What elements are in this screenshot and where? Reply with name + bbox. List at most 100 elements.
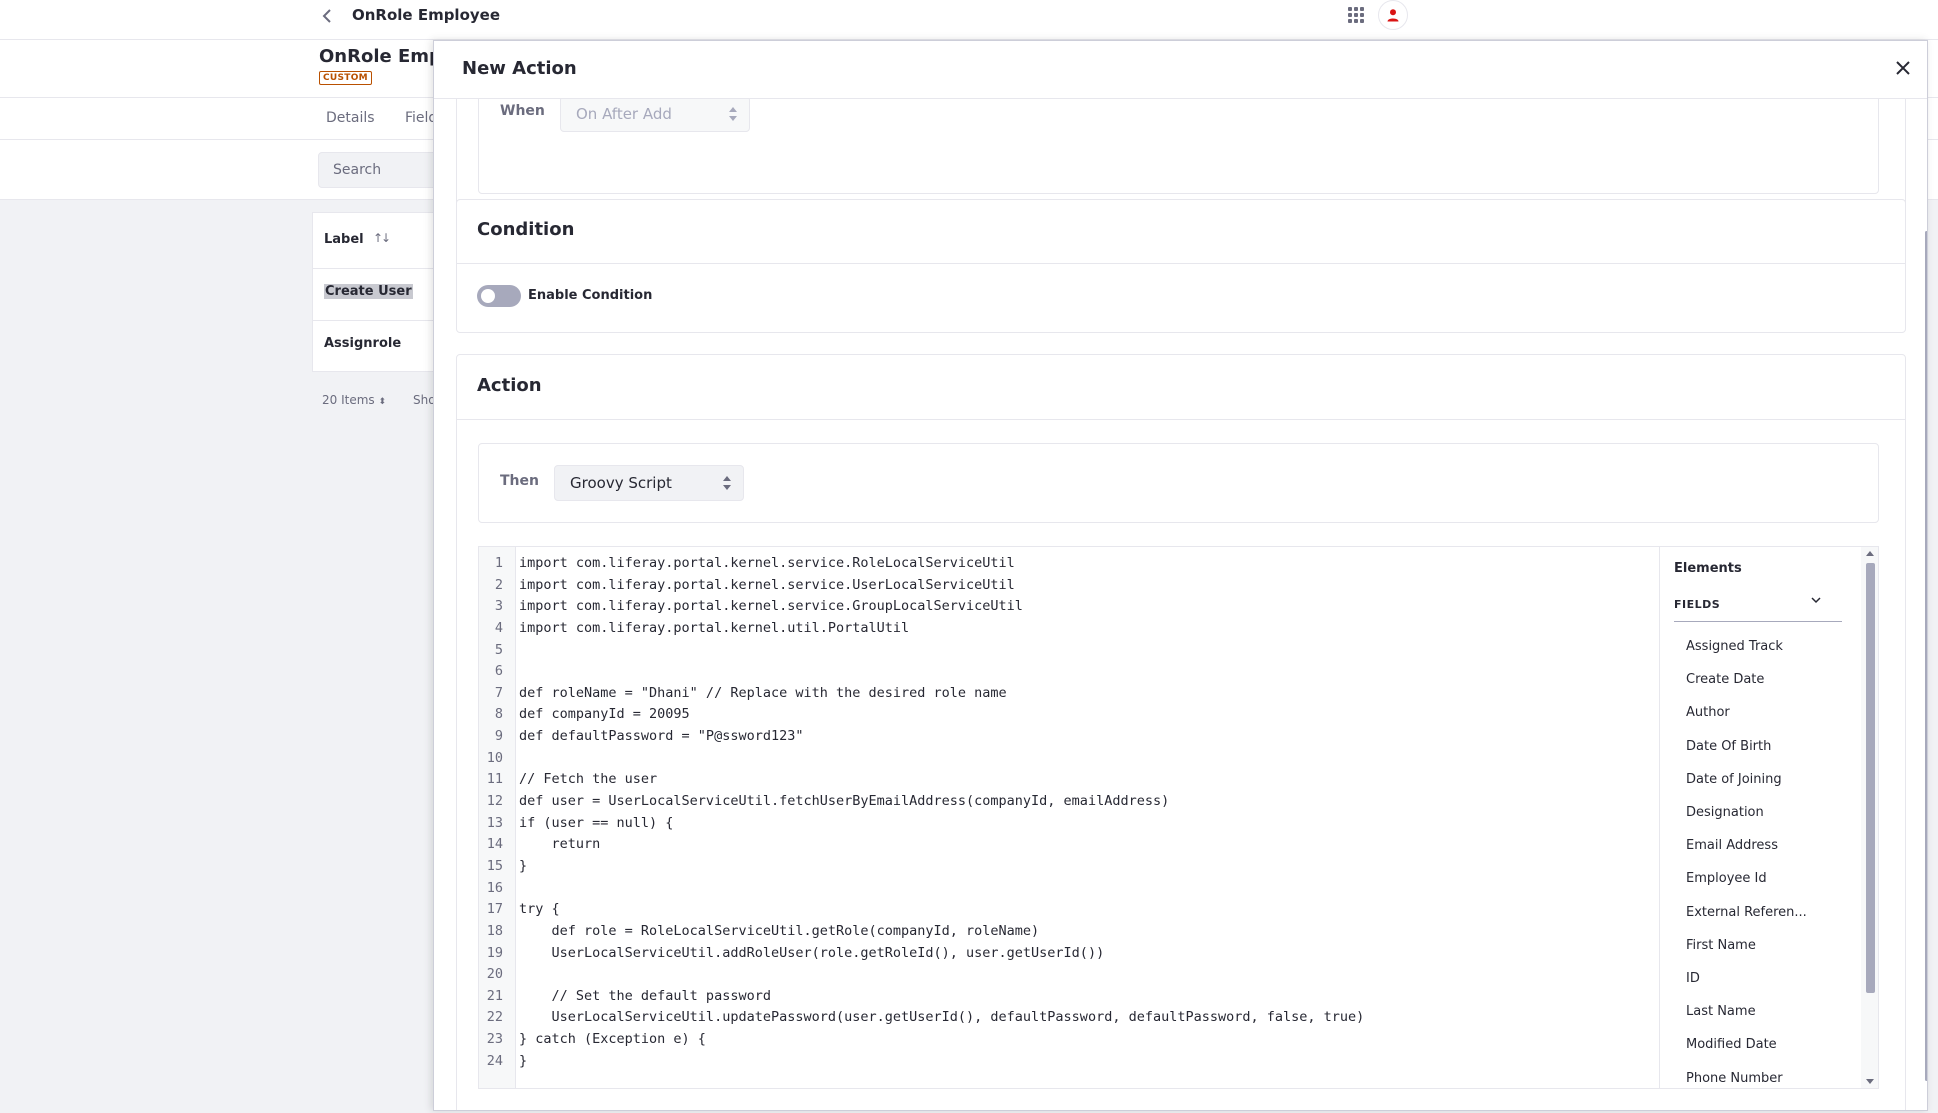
code-line[interactable]: 1 import com.liferay.portal.kernel.servic… [479, 553, 1659, 575]
code-line[interactable]: 17 try { [479, 899, 1659, 921]
line-number: 10 [486, 749, 503, 766]
code-text[interactable]: // Set the default password [519, 986, 771, 1008]
element-field-item[interactable]: Create Date [1686, 672, 1764, 687]
element-field-item[interactable]: External Referen... [1686, 905, 1807, 920]
code-line[interactable]: 4 import com.liferay.portal.kernel.util.P… [479, 618, 1659, 640]
groovy-script-editor[interactable]: 1 import com.liferay.portal.kernel.servic… [478, 546, 1879, 1089]
line-number: 8 [494, 706, 503, 723]
code-text[interactable]: def roleName = "Dhani" // Replace with t… [519, 683, 1007, 705]
element-field-item[interactable]: Date Of Birth [1686, 739, 1771, 754]
line-number: 20 [486, 966, 503, 983]
then-label: Then [500, 473, 539, 489]
table-row[interactable]: Create User [324, 284, 413, 299]
code-text[interactable]: } catch (Exception e) { [519, 1029, 706, 1051]
element-field-item[interactable]: Employee Id [1686, 871, 1767, 886]
code-line[interactable]: 18 def role = RoleLocalServiceUtil.getRo… [479, 921, 1659, 943]
code-line[interactable]: 15} [479, 856, 1659, 878]
label-column-header[interactable]: Label [324, 232, 364, 247]
code-line[interactable]: 3 import com.liferay.portal.kernel.servic… [479, 596, 1659, 618]
code-line[interactable]: 11 // Fetch the user [479, 769, 1659, 791]
editor-scrollbar[interactable] [1861, 547, 1878, 1088]
code-text[interactable]: import com.liferay.portal.kernel.util.Po… [519, 618, 909, 640]
code-line[interactable]: 21 // Set the default password [479, 986, 1659, 1008]
line-number: 16 [486, 879, 503, 896]
apps-grid-icon[interactable] [1348, 7, 1364, 23]
modal-scrollbar[interactable] [1925, 231, 1927, 1081]
code-text[interactable]: def user = UserLocalServiceUtil.fetchUse… [519, 791, 1169, 813]
code-line[interactable]: 9 def defaultPassword = "P@ssword123" [479, 726, 1659, 748]
element-field-item[interactable]: Last Name [1686, 1004, 1756, 1019]
code-line[interactable]: 8 def companyId = 20095 [479, 704, 1659, 726]
line-number: 23 [486, 1031, 503, 1048]
code-text[interactable]: // Fetch the user [519, 769, 657, 791]
code-text[interactable]: def defaultPassword = "P@ssword123" [519, 726, 803, 748]
code-line[interactable]: 12 def user = UserLocalServiceUtil.fetchU… [479, 791, 1659, 813]
element-field-item[interactable]: Assigned Track [1686, 639, 1783, 654]
line-number: 2 [494, 576, 503, 593]
code-text[interactable]: } [519, 1051, 527, 1073]
items-per-page-label: 20 Items [322, 393, 375, 407]
element-field-item[interactable]: ID [1686, 971, 1700, 986]
line-number: 9 [494, 728, 503, 745]
code-text[interactable]: UserLocalServiceUtil.updatePassword(user… [519, 1007, 1365, 1029]
back-chevron-icon[interactable] [320, 5, 334, 33]
element-field-item[interactable]: Author [1686, 705, 1730, 720]
code-line[interactable]: 23 } catch (Exception e) { [479, 1029, 1659, 1051]
code-line[interactable]: 20 [479, 964, 1659, 986]
element-field-item[interactable]: Modified Date [1686, 1037, 1777, 1052]
element-field-item[interactable]: Phone Number [1686, 1071, 1783, 1086]
when-select[interactable]: On After Add [560, 96, 750, 132]
scroll-up-icon[interactable] [1866, 551, 1874, 556]
enable-condition-toggle[interactable] [477, 285, 521, 307]
line-number: 1 [494, 555, 503, 571]
element-field-item[interactable]: Date of Joining [1686, 772, 1782, 787]
fields-section-toggle[interactable]: FIELDS [1674, 598, 1720, 611]
element-field-item[interactable]: Designation [1686, 805, 1764, 820]
line-number: 7 [494, 684, 503, 701]
code-text[interactable]: import com.liferay.portal.kernel.service… [519, 553, 1015, 575]
code-text[interactable]: } [519, 856, 527, 878]
tab-details[interactable]: Details [326, 110, 375, 126]
table-row[interactable]: Assignrole [324, 336, 401, 351]
code-text[interactable]: def role = RoleLocalServiceUtil.getRole(… [519, 921, 1040, 943]
line-number: 5 [494, 641, 503, 658]
code-text[interactable]: if (user == null) { [519, 813, 673, 835]
code-line[interactable]: 6 [479, 661, 1659, 683]
caret-updown-icon: ⬍ [378, 397, 387, 407]
divider [457, 263, 1905, 264]
user-icon [1387, 9, 1399, 22]
chevron-down-icon[interactable] [1810, 594, 1822, 609]
user-avatar[interactable] [1378, 0, 1408, 30]
when-select-value: On After Add [576, 105, 672, 123]
code-line[interactable]: 10 [479, 748, 1659, 770]
code-text[interactable]: import com.liferay.portal.kernel.service… [519, 575, 1015, 597]
code-line[interactable]: 5 [479, 640, 1659, 662]
scroll-down-icon[interactable] [1866, 1079, 1874, 1084]
code-text[interactable]: return [519, 834, 601, 856]
code-line[interactable]: 22 UserLocalServiceUtil.updatePassword(u… [479, 1007, 1659, 1029]
sort-icon[interactable]: ↑↓ [373, 231, 391, 245]
code-text[interactable]: import com.liferay.portal.kernel.service… [519, 596, 1023, 618]
code-line[interactable]: 7 def roleName = "Dhani" // Replace with … [479, 683, 1659, 705]
modal-title: New Action [462, 58, 577, 79]
code-line[interactable]: 14 return [479, 834, 1659, 856]
when-label: When [500, 103, 545, 119]
close-icon[interactable] [1890, 55, 1916, 81]
element-field-item[interactable]: First Name [1686, 938, 1756, 953]
fields-underline [1674, 621, 1842, 622]
code-line[interactable]: 13 if (user == null) { [479, 813, 1659, 835]
code-line[interactable]: 2 import com.liferay.portal.kernel.servic… [479, 575, 1659, 597]
line-number: 12 [486, 793, 503, 810]
then-select[interactable]: Groovy Script [554, 465, 744, 501]
code-text[interactable]: def companyId = 20095 [519, 704, 690, 726]
row-divider [312, 320, 452, 321]
code-text[interactable]: UserLocalServiceUtil.addRoleUser(role.ge… [519, 943, 1105, 965]
code-line[interactable]: 16 [479, 878, 1659, 900]
editor-scroll-thumb[interactable] [1866, 563, 1875, 993]
element-field-item[interactable]: Email Address [1686, 838, 1778, 853]
code-text[interactable]: try { [519, 899, 560, 921]
code-line[interactable]: 19 UserLocalServiceUtil.addRoleUser(role… [479, 943, 1659, 965]
code-line[interactable]: 24} [479, 1051, 1659, 1073]
code-area[interactable]: 1 import com.liferay.portal.kernel.servic… [479, 553, 1659, 1072]
items-per-page-select[interactable]: 20 Items ⬍ [322, 393, 386, 407]
